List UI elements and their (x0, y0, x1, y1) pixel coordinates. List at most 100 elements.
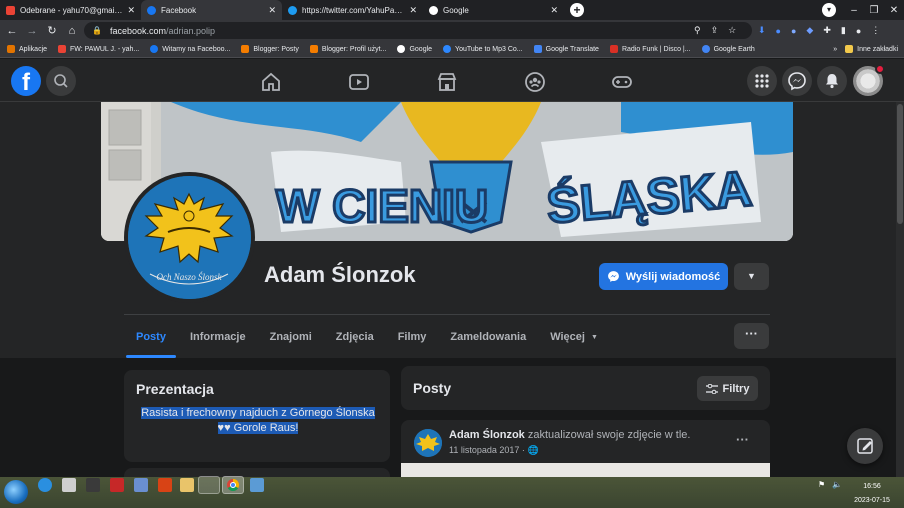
bookmark-google[interactable]: Google (397, 45, 432, 53)
close-icon[interactable]: ✕ (268, 5, 276, 16)
facebook-logo[interactable]: f (11, 66, 41, 96)
browser-tab-gmail[interactable]: Odebrane - yahu70@gmail.com ✕ (0, 0, 141, 20)
extension-p-icon[interactable]: ● (776, 26, 781, 36)
folder-icon[interactable] (180, 478, 194, 492)
bookmark-blogger-profile[interactable]: Blogger: Profil użyt... (309, 45, 387, 53)
tab-friends[interactable]: Znajomi (258, 316, 324, 358)
bookmark-other[interactable]: Inne zakładki (845, 45, 898, 53)
tab-search-icon[interactable]: ▾ (822, 3, 836, 17)
flag-icon[interactable]: ⚑ (818, 480, 825, 489)
google-icon (397, 45, 406, 53)
profile-icon[interactable]: ● (856, 26, 861, 36)
explorer-app-icon[interactable] (62, 478, 76, 492)
search-button[interactable] (46, 66, 76, 96)
minimize-icon[interactable]: – (844, 5, 864, 16)
acrobat-icon[interactable] (110, 478, 124, 492)
profile-more-button[interactable]: ··· (734, 323, 769, 349)
maximize-icon[interactable]: ❐ (864, 5, 884, 16)
extensions-puzzle-icon[interactable]: ✚ (823, 25, 831, 36)
app-icon[interactable] (86, 478, 100, 492)
taskbar-chrome[interactable] (222, 476, 244, 494)
internet-explorer-icon[interactable] (38, 478, 52, 492)
bookmark-gmail[interactable]: FW: PAWUL J. - yah... (58, 45, 139, 53)
side-panel-icon[interactable]: ▮ (841, 25, 846, 36)
tab-check-ins[interactable]: Zameldowania (438, 316, 538, 358)
tab-photos[interactable]: Zdjęcia (324, 316, 386, 358)
profile-picture[interactable]: Och Naszo Ślonsk (124, 172, 255, 303)
address-bar[interactable]: 🔒 facebook.com /adrian.polip (84, 22, 752, 39)
marketplace-nav-icon[interactable] (435, 70, 459, 94)
close-window-icon[interactable]: ✕ (884, 5, 904, 16)
tab-about[interactable]: Informacje (178, 316, 258, 358)
profile-options-dropdown[interactable]: ▼ (734, 263, 769, 290)
reload-icon[interactable]: ↻ (46, 24, 58, 37)
app-icon-4[interactable] (250, 478, 264, 492)
bookmark-label: Blogger: Profil użyt... (321, 45, 387, 53)
bell-icon (826, 74, 838, 89)
zoom-icon[interactable]: ⚲ (694, 25, 701, 36)
share-icon[interactable]: ⇪ (711, 25, 719, 36)
forward-icon[interactable]: → (26, 25, 38, 37)
tab-videos[interactable]: Filmy (386, 316, 439, 358)
bookmark-google-earth[interactable]: Google Earth (701, 45, 755, 53)
back-icon[interactable]: ← (6, 25, 18, 37)
bookmark-label: Witamy na Faceboo... (162, 45, 231, 53)
notification-badge (875, 64, 885, 74)
close-icon[interactable]: ✕ (550, 5, 558, 16)
blogger-icon (241, 45, 250, 53)
messenger-button[interactable] (782, 66, 812, 96)
home-icon[interactable]: ⌂ (66, 25, 78, 37)
start-button[interactable] (4, 480, 28, 504)
tab-more[interactable]: Więcej ▼ (538, 316, 610, 358)
extension-download-icon[interactable]: ⬇ (758, 25, 766, 36)
menu-button[interactable] (747, 66, 777, 96)
facebook-icon (147, 5, 156, 15)
extension-circle-icon[interactable]: ● (791, 26, 796, 36)
tab-label: Więcej (550, 331, 585, 343)
bookmark-translate[interactable]: Google Translate (533, 45, 599, 53)
gaming-nav-icon[interactable] (610, 70, 634, 94)
watch-nav-icon[interactable] (347, 70, 371, 94)
browser-tab-facebook[interactable]: Facebook ✕ (141, 0, 282, 20)
tab-label: Znajomi (269, 331, 312, 343)
groups-nav-icon[interactable] (523, 70, 547, 94)
bookmark-youtube-mp3[interactable]: YouTube to Mp3 Co... (443, 45, 523, 53)
send-message-label: Wyślij wiadomość (625, 270, 721, 283)
taskbar-clock[interactable]: 16:56 2023-07-15 (846, 480, 898, 508)
volume-icon[interactable]: 🔈 (832, 480, 842, 489)
lock-icon[interactable]: 🔒 (92, 26, 102, 35)
browser-tab-twitter[interactable]: https://twitter.com/YahuPawul ✕ (282, 0, 423, 20)
close-icon[interactable]: ✕ (409, 5, 417, 16)
taskbar-item[interactable] (198, 476, 220, 494)
bookmark-blogger-posts[interactable]: Blogger: Posty (241, 45, 299, 53)
scrollbar-thumb[interactable] (897, 104, 903, 224)
star-icon[interactable]: ☆ (728, 25, 736, 36)
menu-icon[interactable]: ⋮ (871, 25, 880, 36)
close-icon[interactable]: ✕ (127, 5, 135, 16)
filters-button[interactable]: Filtry (697, 376, 758, 401)
extension-shield-icon[interactable]: ◆ (806, 25, 813, 36)
bookmarks-overflow[interactable]: » (833, 46, 837, 53)
account-avatar[interactable] (853, 64, 885, 96)
header-divider (124, 314, 770, 315)
browser-tab-google[interactable]: Google ✕ (423, 0, 564, 20)
bookmark-label: Radio Funk | Disco |... (621, 45, 691, 53)
send-message-button[interactable]: Wyślij wiadomość (599, 263, 728, 290)
notifications-button[interactable] (817, 66, 847, 96)
new-tab-button[interactable]: + (570, 3, 584, 17)
new-message-button[interactable] (847, 428, 883, 464)
post-author-avatar[interactable] (414, 429, 442, 457)
post-date[interactable]: 11 listopada 2017 (449, 445, 519, 455)
bookmark-facebook[interactable]: Witamy na Faceboo... (150, 45, 230, 53)
post-options-button[interactable]: ··· (736, 432, 749, 447)
more-dots-icon: ··· (745, 326, 758, 341)
post-author-name[interactable]: Adam Ślonzok (449, 429, 525, 441)
app-icon-3[interactable] (158, 478, 172, 492)
chrome-icon (227, 479, 240, 492)
bookmark-apps[interactable]: Aplikacje (7, 45, 47, 53)
home-nav-icon[interactable] (259, 70, 283, 94)
tab-posts[interactable]: Posty (124, 316, 178, 358)
post-image[interactable] (401, 463, 770, 477)
app-icon-2[interactable] (134, 478, 148, 492)
bookmark-radio-funk[interactable]: Radio Funk | Disco |... (609, 45, 691, 53)
